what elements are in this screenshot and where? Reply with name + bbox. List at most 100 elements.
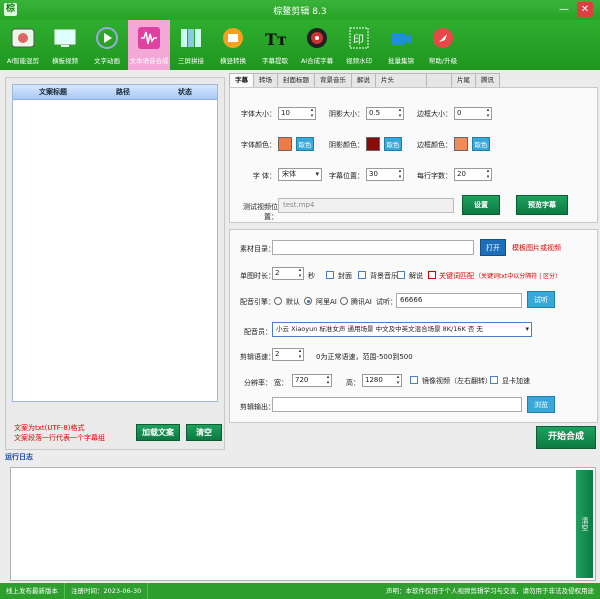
shadow-size-input[interactable]: 0.5 — [366, 107, 404, 120]
log-panel — [10, 467, 596, 581]
col-status: 状态 — [178, 88, 192, 96]
tab-tencent[interactable]: 腾讯 — [475, 73, 500, 87]
border-size-input[interactable]: 0 — [454, 107, 492, 120]
status-disclaimer: 声明：本软件仅用于个人视频剪辑学习与交流，请勿用于非法及侵权用途 — [386, 587, 594, 595]
speed-label: 剪辑语速： — [240, 353, 275, 361]
border-color-swatch — [454, 137, 468, 151]
font-size-input[interactable]: 10 — [278, 107, 316, 120]
keyword-hint: （关键词txt中以分隔符 | 区分） — [475, 273, 562, 280]
toolbar-subtitle-extract[interactable]: Tт 字幕提取 — [254, 20, 296, 70]
bgm-checkbox[interactable] — [358, 271, 366, 279]
border-color-label: 边框颜色： — [417, 141, 452, 149]
engine-default-label: 默认 — [286, 298, 300, 306]
output-input[interactable] — [272, 397, 522, 412]
rocket-icon — [429, 23, 457, 53]
test-video-input[interactable]: test.mp4 — [278, 198, 454, 213]
narration-checkbox[interactable] — [397, 271, 405, 279]
toolbar-triple-split[interactable]: 三屏拼接 — [170, 20, 212, 70]
start-compose-button[interactable]: 开始合成 — [536, 426, 596, 449]
toolbar-batch[interactable]: 批量集锦 — [380, 20, 422, 70]
svg-text:Tт: Tт — [265, 30, 287, 49]
preview-subtitle-button[interactable]: 预览字幕 — [516, 195, 568, 215]
font-select[interactable]: 宋体 — [278, 168, 322, 181]
script-list-panel: 文案标题 路径 状态 文案为txt(UTF-8)格式 文案段落一行代表一个字幕组… — [5, 77, 225, 450]
toolbar-ai-mix[interactable]: AI智能混剪 — [2, 20, 44, 70]
gpu-checkbox[interactable] — [490, 376, 498, 384]
trial-button[interactable]: 试听 — [527, 291, 555, 308]
shadow-color-pick-button[interactable]: 取色 — [384, 137, 402, 151]
settings-button[interactable]: 设置 — [462, 195, 500, 215]
gpu-label: 显卡加速 — [502, 377, 530, 385]
video-camera-icon — [387, 23, 415, 53]
mirror-label: 镜像视频（左右翻转） — [422, 377, 492, 385]
status-register-time: 注册时间：2023-06-30 — [65, 583, 149, 599]
monitor-icon — [51, 23, 79, 53]
waveform-icon — [135, 23, 163, 53]
material-dir-label: 素材目录： — [240, 245, 275, 253]
subtitle-position-label: 字幕位置： — [329, 172, 364, 180]
tab-intro[interactable]: 片头 — [375, 73, 427, 87]
log-title: 运行日志 — [5, 453, 33, 461]
minimize-button[interactable]: — — [556, 2, 572, 17]
trial-text-input[interactable]: 66666 — [396, 293, 522, 308]
tab-narration[interactable]: 解说 — [351, 73, 376, 87]
toolbar-watermark[interactable]: 印 视频水印 — [338, 20, 380, 70]
tab-outro[interactable]: 片尾 — [451, 73, 476, 87]
subtitle-position-input[interactable]: 30 — [366, 168, 404, 181]
toolbar-orientation[interactable]: 横竖转换 — [212, 20, 254, 70]
target-icon — [303, 23, 331, 53]
width-label: 宽： — [274, 379, 288, 387]
tab-blank[interactable] — [426, 73, 452, 87]
engine-tencent-radio[interactable] — [340, 297, 348, 305]
bgm-label: 背景音乐 — [370, 272, 398, 280]
toolbar-help[interactable]: 帮助/升级 — [422, 20, 464, 70]
format-note: 文案为txt(UTF-8)格式 文案段落一行代表一个字幕组 — [14, 424, 105, 442]
duration-unit: 秒 — [308, 272, 315, 280]
narration-label: 解说 — [409, 272, 423, 280]
script-list[interactable]: 文案标题 路径 状态 — [12, 84, 218, 402]
load-script-button[interactable]: 加载文案 — [136, 424, 180, 441]
duration-label: 单图时长： — [240, 272, 275, 280]
font-color-pick-button[interactable]: 取色 — [296, 137, 314, 151]
mirror-checkbox[interactable] — [410, 376, 418, 384]
toolbar-tts[interactable]: 文本语音合成 — [128, 20, 170, 70]
text-icon: Tт — [261, 23, 289, 53]
tab-cover-title[interactable]: 封面标题 — [277, 73, 315, 87]
tab-bgm[interactable]: 背景音乐 — [314, 73, 352, 87]
keyword-checkbox[interactable] — [428, 271, 436, 279]
open-dir-button[interactable]: 打开 — [480, 239, 506, 256]
col-path: 路径 — [116, 88, 130, 96]
border-color-pick-button[interactable]: 取色 — [472, 137, 490, 151]
width-input[interactable]: 720 — [292, 374, 332, 387]
cover-label: 封面 — [338, 272, 352, 280]
cover-checkbox[interactable] — [326, 271, 334, 279]
tab-subtitle[interactable]: 字幕 — [229, 73, 254, 87]
height-input[interactable]: 1280 — [362, 374, 402, 387]
toolbar: AI智能混剪 横板视频 文字动画 文本语音合成 三屏拼接 横竖转换 Tт 字幕提… — [0, 20, 600, 70]
rotate-icon — [219, 23, 247, 53]
engine-ali-radio[interactable] — [304, 297, 312, 305]
tab-transition[interactable]: 转场 — [253, 73, 278, 87]
keyword-label: 关键词匹配 — [439, 272, 474, 280]
film-icon — [9, 23, 37, 53]
material-dir-input[interactable] — [272, 240, 474, 255]
toolbar-text-animation[interactable]: 文字动画 — [86, 20, 128, 70]
log-clear-button[interactable]: 清空 — [576, 470, 593, 578]
voice-select[interactable]: 小云 Xiaoyun 标准女声 通用场景 中文及中英文混合场景 8K/16K 否… — [272, 322, 532, 337]
chars-per-line-input[interactable]: 20 — [454, 168, 492, 181]
duration-input[interactable]: 2 — [272, 267, 304, 280]
font-size-label: 字体大小： — [241, 110, 276, 118]
toolbar-horizontal-video[interactable]: 横板视频 — [44, 20, 86, 70]
play-circle-icon — [93, 23, 121, 53]
status-latest-version[interactable]: 线上发布最新版本 — [0, 583, 65, 599]
clear-list-button[interactable]: 清空 — [186, 424, 222, 441]
shadow-size-label: 阴影大小： — [329, 110, 364, 118]
engine-default-radio[interactable] — [274, 297, 282, 305]
toolbar-ai-subtitle[interactable]: AI合成字幕 — [296, 20, 338, 70]
close-button[interactable]: ✕ — [577, 2, 593, 17]
engine-label: 配音引擎： — [240, 298, 275, 306]
subtitle-settings-panel: 字体大小： 10 阴影大小： 0.5 边框大小： 0 字体颜色： 取色 阴影颜色… — [229, 87, 598, 223]
speed-input[interactable]: 2 — [272, 348, 304, 361]
browse-button[interactable]: 浏览 — [527, 396, 555, 413]
trial-label: 试听： — [376, 298, 397, 306]
